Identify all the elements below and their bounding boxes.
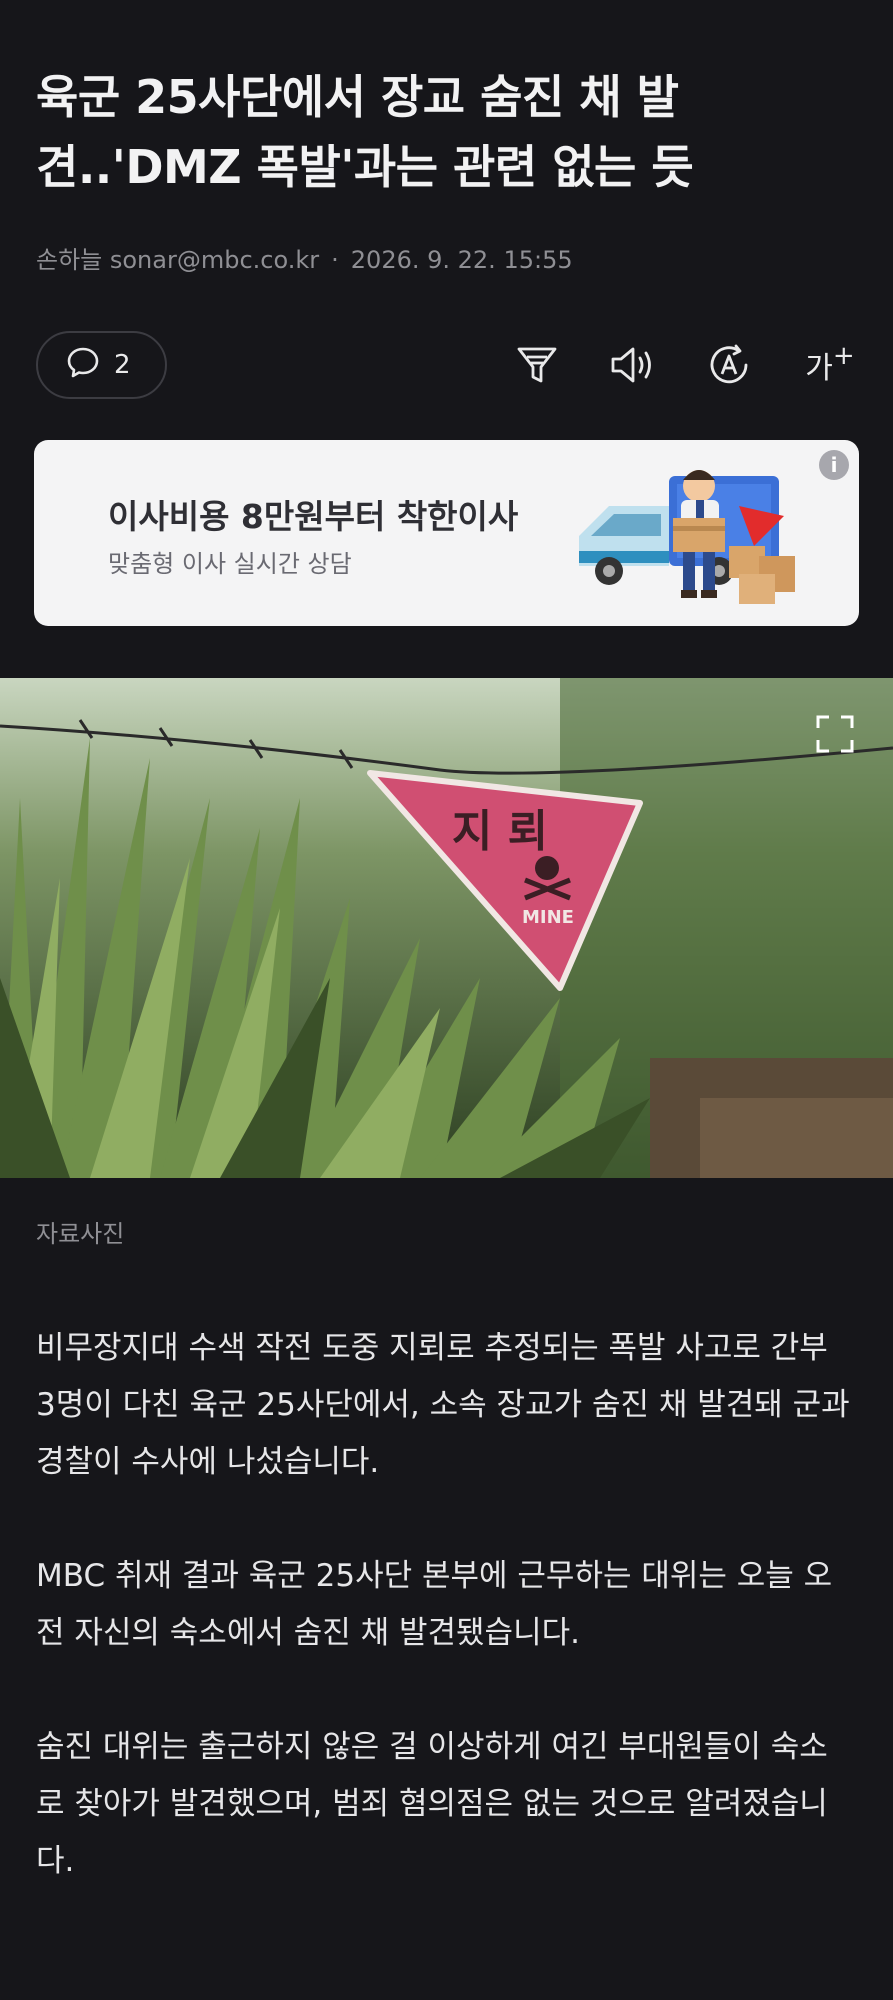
ad-title: 이사비용 8만원부터 착한이사 [108,497,519,536]
font-size-label: 가 [805,351,833,386]
article-meta: 손하늘 sonar@mbc.co.kr · 2026. 9. 22. 15:55 [36,240,573,275]
ad-subtitle: 맞춤형 이사 실시간 상담 [108,550,352,578]
comment-icon [66,345,100,386]
comment-button[interactable]: 2 [36,331,167,399]
font-size-icon[interactable]: 가 + [800,339,860,391]
article-title: 육군 25사단에서 장교 숨진 채 발견..'DMZ 폭발'과는 관련 없는 듯 [36,70,694,194]
photo-caption: 자료사진 [36,1220,125,1248]
article-toolbar: 2 가 + [36,330,858,400]
speaker-icon[interactable] [607,339,659,391]
article-photo[interactable]: 지 뢰 MINE [0,678,893,1178]
sign-top-text: 지 뢰 [452,806,548,857]
ad-banner[interactable]: 이사비용 8만원부터 착한이사 맞춤형 이사 실시간 상담 i [34,440,859,626]
comment-count: 2 [114,350,131,380]
body-paragraph: MBC 취재 결과 육군 25사단 본부에 근무하는 대위는 오늘 오전 자신의… [36,1558,833,1651]
publish-date: 2026. 9. 22. 15:55 [350,246,573,274]
body-paragraph: 숨진 대위는 출근하지 않은 걸 이상하게 여긴 부대원들이 숙소로 찾아가 발… [36,1729,828,1879]
translate-icon[interactable] [703,339,755,391]
landmine-sign-photo: 지 뢰 MINE [0,678,893,1178]
body-paragraph: 비무장지대 수색 작전 도중 지뢰로 추정되는 폭발 사고로 간부 3명이 다친… [36,1330,850,1480]
meta-separator: · [331,246,339,274]
article-body: 비무장지대 수색 작전 도중 지뢰로 추정되는 폭발 사고로 간부 3명이 다친… [36,1320,856,1947]
moving-truck-illustration [579,470,795,604]
author-byline[interactable]: 손하늘 sonar@mbc.co.kr [36,246,319,274]
expand-icon[interactable] [815,714,855,754]
ad-info-icon[interactable]: i [819,450,849,480]
filter-icon[interactable] [511,339,563,391]
sign-bottom-text: MINE [522,907,574,928]
